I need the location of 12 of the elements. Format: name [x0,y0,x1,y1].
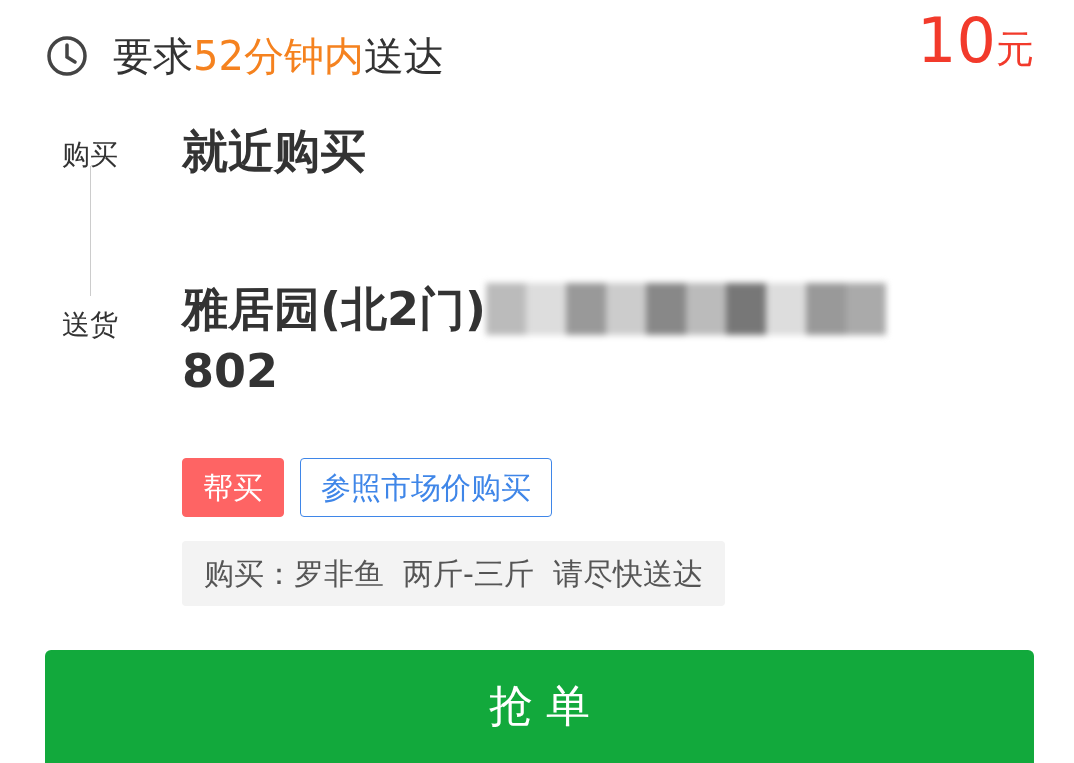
address-text: 雅居园(北2门) [182,281,487,339]
tag: 参照市场价购买 [300,458,552,518]
step-label: 送货 [62,307,118,344]
step-title: 就近购买 [182,123,366,180]
address-text: 802 [182,343,279,401]
clock-icon [45,34,89,78]
order-note: 购买：罗非鱼 两斤-三斤 请尽快送达 [182,541,725,607]
delivery-deadline: 要求52分钟内送达 [113,32,444,81]
tag: 帮买 [182,458,284,518]
grab-order-button[interactable]: 抢 单 [45,650,1034,763]
step-label: 购买 [62,137,118,173]
price: 10元 [917,10,1034,72]
